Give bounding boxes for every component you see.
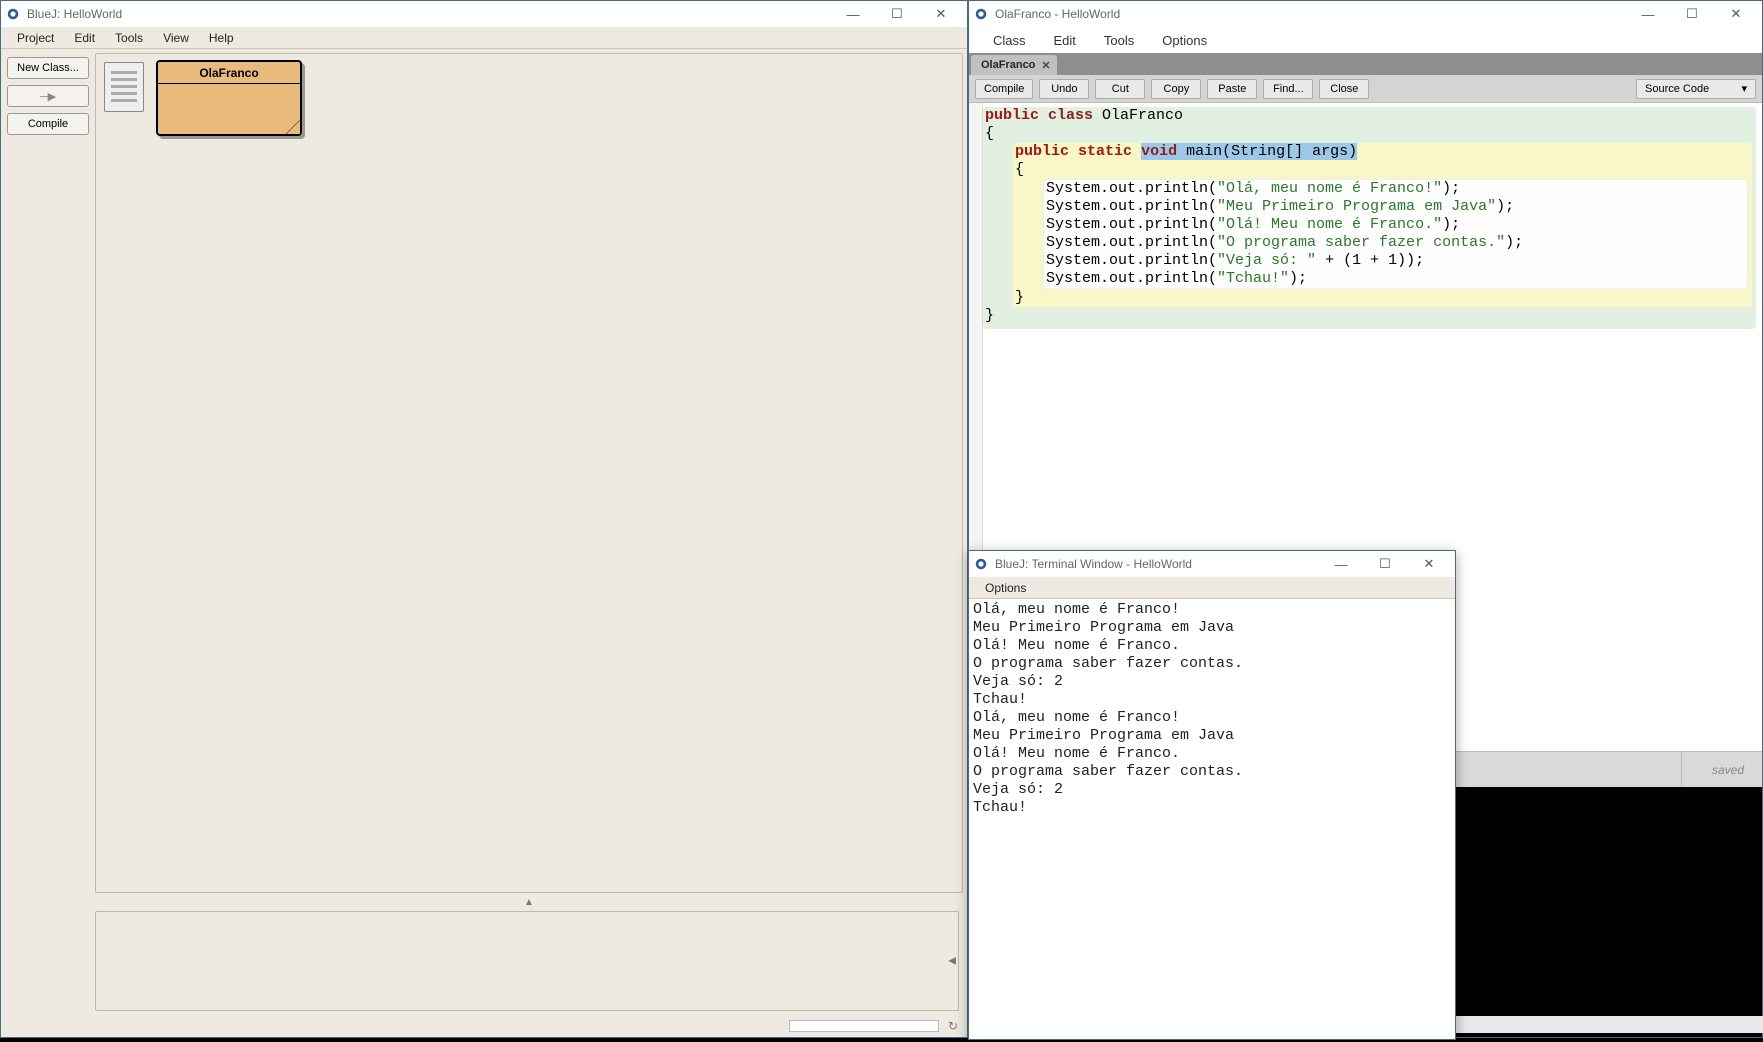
tab-olafranco[interactable]: OlaFranco ✕ (971, 55, 1057, 75)
reopen-left-icon[interactable]: ◀ (948, 956, 956, 967)
editor-window-controls: — ☐ ✕ (1626, 1, 1758, 27)
view-mode-dropdown[interactable]: Source Code ▾ (1636, 79, 1756, 99)
menu-options[interactable]: Options (975, 579, 1036, 597)
minimize-button[interactable]: — (1319, 551, 1363, 577)
object-bench[interactable]: ◀ (95, 911, 959, 1011)
menu-edit[interactable]: Edit (1040, 30, 1090, 51)
tab-label: OlaFranco (981, 59, 1035, 71)
bluej-logo-icon (973, 6, 989, 22)
compile-button[interactable]: Compile (7, 113, 89, 135)
tab-close-icon[interactable]: ✕ (1041, 59, 1050, 72)
find-button[interactable]: Find... (1263, 79, 1313, 99)
terminal-menubar: Options (969, 577, 1455, 599)
terminal-window-controls: — ☐ ✕ (1319, 551, 1451, 577)
menu-tools[interactable]: Tools (105, 29, 153, 47)
collapse-up-icon[interactable]: ▲ (95, 893, 963, 911)
close-button[interactable]: ✕ (1407, 551, 1451, 577)
view-mode-label: Source Code (1645, 83, 1709, 95)
editor-titlebar[interactable]: OlaFranco - HelloWorld — ☐ ✕ (969, 1, 1762, 27)
terminal-output[interactable]: Olá, meu nome é Franco! Meu Primeiro Pro… (969, 599, 1455, 1039)
menu-project[interactable]: Project (7, 29, 64, 47)
close-button[interactable]: ✕ (919, 1, 963, 27)
bluej-main-window: BlueJ: HelloWorld — ☐ ✕ Project Edit Too… (0, 0, 968, 1038)
class-fold-icon (286, 120, 300, 134)
class-box-name: OlaFranco (158, 62, 300, 84)
terminal-window-title: BlueJ: Terminal Window - HelloWorld (995, 557, 1319, 571)
maximize-button[interactable]: ☐ (1363, 551, 1407, 577)
menu-options[interactable]: Options (1148, 30, 1221, 51)
menu-class[interactable]: Class (979, 30, 1040, 51)
editor-menubar: Class Edit Tools Options (969, 27, 1762, 53)
class-box-olafranco[interactable]: OlaFranco (156, 60, 302, 136)
new-class-button[interactable]: New Class... (7, 57, 89, 79)
bluej-terminal-window: BlueJ: Terminal Window - HelloWorld — ☐ … (968, 550, 1456, 1040)
close-button[interactable]: ✕ (1714, 1, 1758, 27)
paste-button[interactable]: Paste (1207, 79, 1257, 99)
left-toolbar: New Class... ─▶ Compile (1, 49, 95, 1015)
minimize-button[interactable]: — (831, 1, 875, 27)
main-window-title: BlueJ: HelloWorld (27, 7, 831, 21)
undo-button[interactable]: Undo (1039, 79, 1089, 99)
menu-help[interactable]: Help (199, 29, 244, 47)
menu-edit[interactable]: Edit (64, 29, 105, 47)
main-window-controls: — ☐ ✕ (831, 1, 963, 27)
dropdown-caret-icon: ▾ (1741, 82, 1747, 95)
editor-window-title: OlaFranco - HelloWorld (995, 7, 1626, 21)
compile-button[interactable]: Compile (975, 79, 1033, 99)
bluej-logo-icon (5, 6, 21, 22)
close-button[interactable]: Close (1319, 79, 1369, 99)
main-titlebar[interactable]: BlueJ: HelloWorld — ☐ ✕ (1, 1, 967, 27)
bluej-logo-icon (973, 556, 989, 572)
menu-tools[interactable]: Tools (1090, 30, 1148, 51)
saved-indicator: saved (1681, 752, 1744, 787)
cut-button[interactable]: Cut (1095, 79, 1145, 99)
minimize-button[interactable]: — (1626, 1, 1670, 27)
progress-bar (789, 1020, 939, 1032)
maximize-button[interactable]: ☐ (1670, 1, 1714, 27)
class-diagram-canvas[interactable]: OlaFranco (95, 53, 963, 893)
terminal-titlebar[interactable]: BlueJ: Terminal Window - HelloWorld — ☐ … (969, 551, 1455, 577)
maximize-button[interactable]: ☐ (875, 1, 919, 27)
refresh-icon[interactable]: ↻ (945, 1018, 961, 1034)
copy-button[interactable]: Copy (1151, 79, 1201, 99)
main-menubar: Project Edit Tools View Help (1, 27, 967, 49)
editor-toolbar: Compile Undo Cut Copy Paste Find... Clos… (969, 75, 1762, 103)
menu-view[interactable]: View (153, 29, 199, 47)
uses-arrow-button[interactable]: ─▶ (7, 85, 89, 107)
editor-tabbar: OlaFranco ✕ (969, 53, 1762, 75)
readme-icon[interactable] (104, 62, 144, 112)
main-statusbar: ↻ (1, 1015, 967, 1037)
